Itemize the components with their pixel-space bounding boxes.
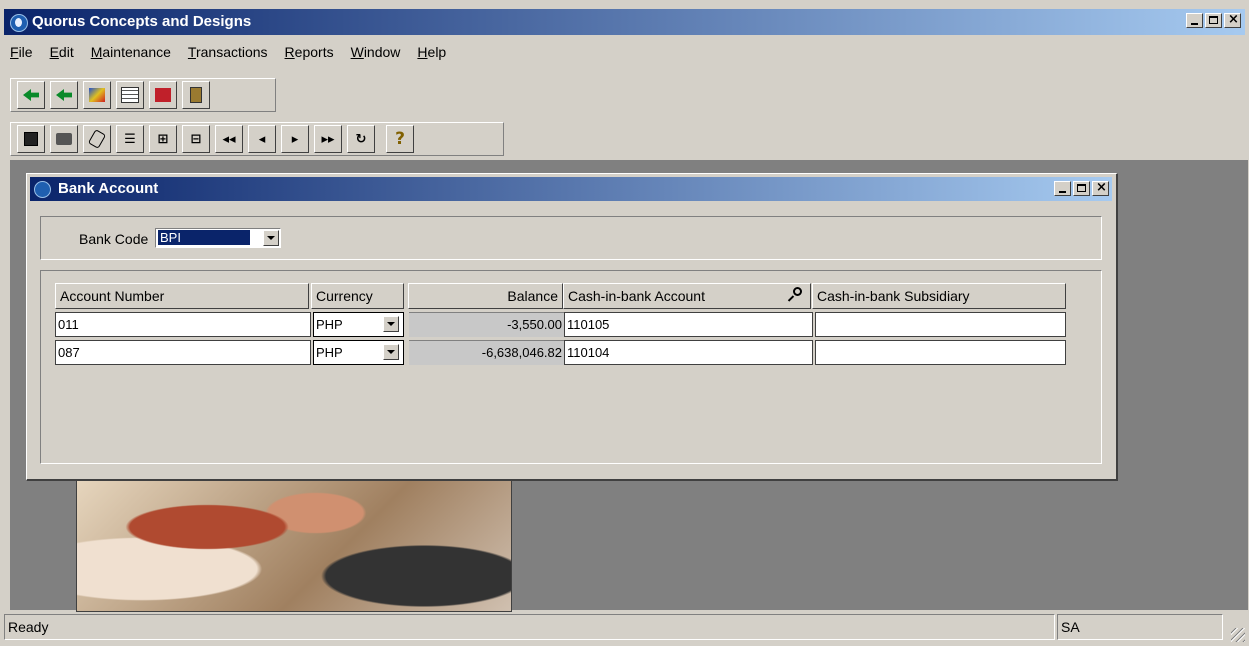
- first-record-icon: ◂◂: [222, 131, 236, 147]
- chevron-down-icon[interactable]: [263, 230, 279, 246]
- app-title: Quorus Concepts and Designs: [32, 13, 252, 30]
- lookup-search-icon[interactable]: [788, 286, 806, 304]
- toolbar-button-5[interactable]: [149, 81, 177, 109]
- cell-currency-select[interactable]: PHP: [313, 340, 404, 365]
- toolbar-button-1[interactable]: [17, 81, 45, 109]
- status-message: Ready: [4, 614, 1055, 640]
- delete-record-icon: ⊟: [190, 131, 202, 147]
- menu-help[interactable]: Help: [417, 44, 446, 60]
- menu-maintenance[interactable]: Maintenance: [91, 44, 171, 60]
- arrow-left-icon: [23, 89, 39, 101]
- child-window-controls: ×: [1052, 180, 1109, 196]
- bank-code-select[interactable]: BPI: [155, 228, 281, 248]
- cell-currency: PHP: [316, 317, 343, 332]
- previous-record-icon: ◂: [258, 131, 266, 147]
- refresh-button[interactable]: ↻: [347, 125, 375, 153]
- menu-bar: File Edit Maintenance Transactions Repor…: [10, 44, 463, 60]
- menu-file[interactable]: File: [10, 44, 33, 60]
- window-controls: ×: [1184, 12, 1241, 28]
- bank-code-label: Bank Code: [79, 231, 149, 247]
- exit-button[interactable]: [182, 81, 210, 109]
- print-button[interactable]: [50, 125, 78, 153]
- maximize-icon: [1077, 184, 1086, 192]
- header-cash-in-bank-subsidiary[interactable]: Cash-in-bank Subsidiary: [812, 283, 1066, 309]
- report-icon: [155, 88, 171, 102]
- chevron-down-icon[interactable]: [383, 344, 399, 360]
- calendar-icon: [121, 87, 139, 103]
- menu-transactions[interactable]: Transactions: [188, 44, 268, 60]
- header-balance[interactable]: Balance: [408, 283, 563, 309]
- record-toolbar: ☰ ⊞ ⊟ ◂◂ ◂ ▸ ▸▸ ↻ ?: [10, 122, 504, 156]
- bank-account-title-bar[interactable]: Bank Account ×: [30, 177, 1112, 201]
- child-maximize-button[interactable]: [1073, 181, 1090, 196]
- header-cash-in-bank-account[interactable]: Cash-in-bank Account: [563, 283, 811, 309]
- save-icon: [24, 132, 38, 146]
- cell-account-number[interactable]: 011: [55, 312, 311, 337]
- arrow-left-icon: [56, 89, 72, 101]
- last-record-button[interactable]: ▸▸: [314, 125, 342, 153]
- cell-cash-in-bank-subsidiary[interactable]: [815, 312, 1066, 337]
- bank-account-window: Bank Account × Bank Code BPI Account Num…: [26, 173, 1118, 481]
- next-record-icon: ▸: [291, 131, 299, 147]
- add-record-icon: ⊞: [157, 131, 169, 147]
- print-icon: [56, 133, 72, 145]
- cell-balance: -6,638,046.82: [409, 340, 564, 365]
- insert-row-button[interactable]: ☰: [116, 125, 144, 153]
- toolbar-button-2[interactable]: [50, 81, 78, 109]
- child-close-button[interactable]: ×: [1092, 180, 1109, 196]
- close-icon: ×: [1096, 180, 1107, 195]
- menu-reports[interactable]: Reports: [285, 44, 334, 60]
- first-record-button[interactable]: ◂◂: [215, 125, 243, 153]
- delete-record-button[interactable]: ⊟: [182, 125, 210, 153]
- main-toolbar: [10, 78, 276, 112]
- previous-record-button[interactable]: ◂: [248, 125, 276, 153]
- child-minimize-button[interactable]: [1054, 181, 1071, 196]
- cell-account-number[interactable]: 087: [55, 340, 311, 365]
- app-icon[interactable]: [10, 14, 28, 32]
- last-record-icon: ▸▸: [321, 131, 335, 147]
- help-icon: ?: [395, 129, 405, 149]
- maximize-button[interactable]: [1205, 13, 1222, 28]
- refresh-icon: ↻: [355, 131, 367, 147]
- resize-grip-icon[interactable]: [1231, 628, 1245, 642]
- cell-cash-in-bank-account[interactable]: 110104: [564, 340, 813, 365]
- cell-currency-select[interactable]: PHP: [313, 312, 404, 337]
- window-icon[interactable]: [34, 181, 51, 198]
- cell-currency: PHP: [316, 345, 343, 360]
- cell-cash-in-bank-account[interactable]: 110105: [564, 312, 813, 337]
- cell-balance: -3,550.00: [409, 312, 564, 337]
- chart-icon: [89, 88, 105, 102]
- add-record-button[interactable]: ⊞: [149, 125, 177, 153]
- menu-edit[interactable]: Edit: [50, 44, 74, 60]
- next-record-button[interactable]: ▸: [281, 125, 309, 153]
- exit-door-icon: [190, 87, 202, 103]
- main-title-bar[interactable]: Quorus Concepts and Designs ×: [4, 9, 1245, 35]
- minimize-icon: [1191, 23, 1198, 25]
- minimize-icon: [1059, 191, 1066, 193]
- close-icon: ×: [1228, 12, 1239, 27]
- menu-window[interactable]: Window: [351, 44, 401, 60]
- close-button[interactable]: ×: [1224, 12, 1241, 28]
- header-currency[interactable]: Currency: [311, 283, 404, 309]
- minimize-button[interactable]: [1186, 13, 1203, 28]
- maximize-icon: [1209, 16, 1218, 24]
- eraser-icon: [87, 129, 107, 149]
- insert-row-icon: ☰: [124, 131, 136, 147]
- bank-code-value: BPI: [157, 229, 251, 246]
- cell-cash-in-bank-subsidiary[interactable]: [815, 340, 1066, 365]
- clear-button[interactable]: [83, 125, 111, 153]
- toolbar-button-4[interactable]: [116, 81, 144, 109]
- background-photo: [76, 470, 512, 612]
- header-account-number[interactable]: Account Number: [55, 283, 309, 309]
- child-window-title: Bank Account: [58, 180, 159, 197]
- help-button[interactable]: ?: [386, 125, 414, 153]
- status-user: SA: [1057, 614, 1223, 640]
- toolbar-button-3[interactable]: [83, 81, 111, 109]
- chevron-down-icon[interactable]: [383, 316, 399, 332]
- save-button[interactable]: [17, 125, 45, 153]
